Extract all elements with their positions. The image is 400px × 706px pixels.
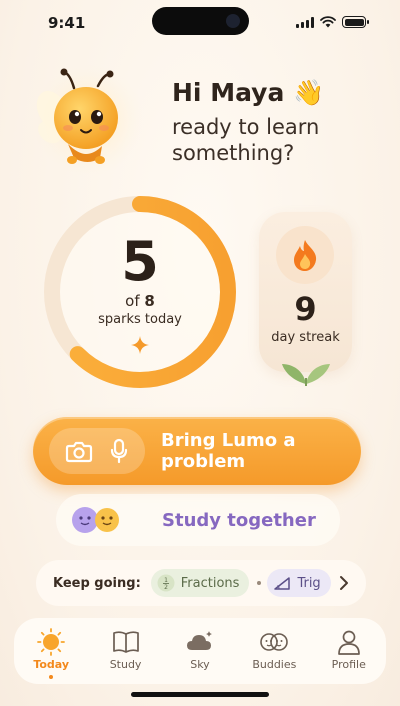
study-together-button[interactable]: Study together bbox=[56, 494, 340, 546]
streak-count: 9 bbox=[294, 290, 317, 328]
buddy-faces-icon bbox=[72, 507, 119, 533]
tab-profile-label: Profile bbox=[331, 658, 366, 671]
tab-buddies-label: Buddies bbox=[252, 658, 297, 671]
tab-sky-label: Sky bbox=[190, 658, 210, 671]
status-icons bbox=[296, 16, 369, 28]
tab-buddies[interactable]: Buddies bbox=[243, 628, 305, 671]
svg-text:1: 1 bbox=[164, 577, 168, 584]
chevron-right-icon[interactable] bbox=[338, 573, 350, 593]
sparks-progress-ring[interactable]: 5 of 8 sparks today bbox=[40, 192, 240, 392]
cta-icon-group bbox=[49, 428, 146, 474]
bring-problem-label: Bring Lumo a problem bbox=[161, 430, 296, 472]
streak-label: day streak bbox=[271, 330, 340, 345]
buddies-icon bbox=[260, 633, 289, 651]
chip-trig-label: Trig bbox=[297, 575, 321, 591]
home-indicator bbox=[131, 692, 269, 697]
flame-icon bbox=[294, 240, 317, 271]
sparkle-icon bbox=[131, 336, 149, 354]
app-screen: 9:41 Hi Maya 👋 ready to learn something?… bbox=[0, 0, 400, 706]
tab-today[interactable]: Today bbox=[20, 628, 82, 679]
microphone-icon[interactable] bbox=[109, 438, 129, 464]
cloud-icon bbox=[186, 631, 212, 650]
chip-fractions[interactable]: 12 Fractions bbox=[150, 569, 250, 597]
tab-today-label: Today bbox=[33, 658, 70, 671]
bee-mascot bbox=[32, 64, 144, 176]
sparks-label: sparks today bbox=[98, 312, 182, 327]
triangle-icon bbox=[273, 574, 291, 592]
separator-dot bbox=[257, 581, 262, 585]
tab-profile[interactable]: Profile bbox=[318, 628, 380, 671]
active-tab-dot bbox=[49, 675, 54, 679]
tab-sky[interactable]: Sky bbox=[169, 628, 231, 671]
person-icon bbox=[337, 630, 360, 655]
book-icon bbox=[112, 631, 139, 653]
svg-text:2: 2 bbox=[164, 584, 168, 591]
dynamic-island bbox=[152, 7, 249, 35]
chip-fractions-label: Fractions bbox=[180, 575, 240, 591]
keep-going-label: Keep going: bbox=[53, 575, 141, 591]
leaves-icon bbox=[282, 364, 330, 386]
greeting-subtitle: ready to learn something? bbox=[172, 115, 320, 165]
streak-card[interactable]: 9 day streak bbox=[259, 212, 352, 386]
greeting-title: Hi Maya 👋 bbox=[172, 78, 325, 107]
sun-icon bbox=[37, 628, 66, 656]
bring-problem-button[interactable]: Bring Lumo a problem bbox=[33, 417, 361, 485]
camera-icon[interactable] bbox=[65, 439, 93, 463]
status-bar: 9:41 bbox=[0, 0, 400, 44]
tab-study[interactable]: Study bbox=[95, 628, 157, 671]
status-time: 9:41 bbox=[48, 14, 86, 32]
buddy-faces bbox=[70, 505, 126, 535]
flame-badge bbox=[276, 226, 334, 284]
signal-icon bbox=[296, 16, 314, 28]
tab-bar: Today Study Sky Buddies Profile bbox=[14, 618, 386, 684]
study-together-label: Study together bbox=[162, 509, 316, 531]
fraction-icon: 12 bbox=[157, 574, 175, 592]
keep-going-row: Keep going: 12 Fractions Trig bbox=[36, 560, 366, 606]
battery-icon bbox=[342, 16, 369, 28]
sparks-count: 5 bbox=[121, 230, 159, 293]
sparks-total: of 8 bbox=[125, 292, 155, 310]
chip-trig[interactable]: Trig bbox=[267, 569, 331, 597]
wifi-icon bbox=[320, 16, 336, 28]
tab-study-label: Study bbox=[109, 658, 142, 671]
